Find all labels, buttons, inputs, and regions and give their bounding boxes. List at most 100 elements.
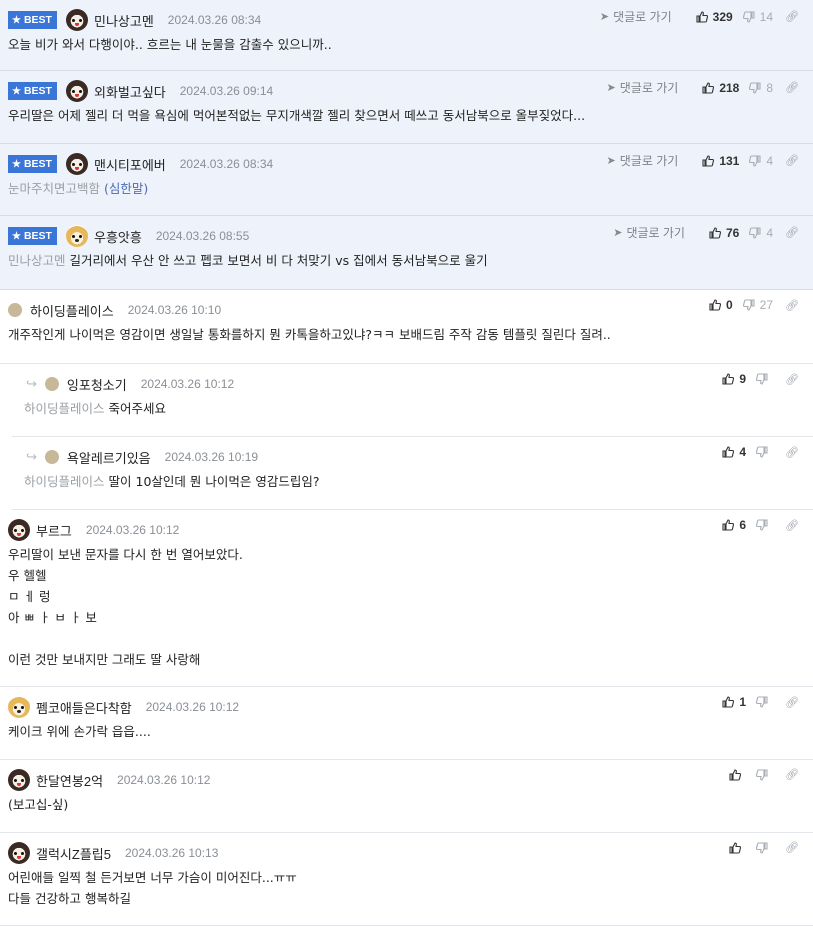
link-icon[interactable]: 🔗︎ <box>785 768 799 781</box>
reply-target-nickname[interactable]: 민나상고멘 <box>8 253 66 268</box>
thumbs-up-icon <box>722 446 735 458</box>
downvote-button[interactable]: 27 <box>742 298 773 312</box>
author-nickname[interactable]: 맨시티포에버 <box>94 155 166 174</box>
upvote-button[interactable]: 218 <box>702 81 739 95</box>
avatar[interactable] <box>8 303 22 317</box>
downvote-count: 14 <box>759 9 774 24</box>
author-nickname[interactable]: 갤럭시Z플립5 <box>36 844 111 863</box>
thumbs-down-icon <box>742 299 755 311</box>
author-nickname[interactable]: 펨코애들은다착함 <box>36 698 132 717</box>
author-nickname[interactable]: 욕알레르기있음 <box>67 448 151 467</box>
upvote-count: 329 <box>712 9 733 24</box>
comment-actions: ➤ 댓글로 가기 218 8 🔗︎ <box>607 79 799 96</box>
author-nickname[interactable]: 우흥앗흥 <box>94 227 142 246</box>
reply-target-nickname[interactable]: 하이딩플레이스 <box>24 401 105 416</box>
goto-comment-button[interactable]: ➤ 댓글로 가기 <box>607 152 679 169</box>
upvote-button[interactable]: 4 <box>722 445 746 459</box>
reply-target-nickname[interactable]: 하이딩플레이스 <box>24 474 105 489</box>
upvote-count: 4 <box>739 445 747 459</box>
link-icon[interactable]: 🔗︎ <box>785 299 799 312</box>
author-nickname[interactable]: 외화벌고싶다 <box>94 82 166 101</box>
author-nickname[interactable]: 하이딩플레이스 <box>30 301 114 320</box>
comment-text: 케이크 위에 손가락 읍읍.... <box>8 724 151 739</box>
thumbs-down-icon <box>749 226 761 239</box>
star-icon: ★ <box>12 230 21 242</box>
goto-comment-button[interactable]: ➤ 댓글로 가기 <box>607 79 679 96</box>
link-icon[interactable]: 🔗︎ <box>785 696 799 709</box>
comment-body: 케이크 위에 손가락 읍읍.... <box>8 721 151 742</box>
arrow-icon: ➤ <box>606 82 616 94</box>
comment-header: 하이딩플레이스 2024.03.26 10:10 <box>8 299 221 321</box>
author-nickname[interactable]: 부르그 <box>36 521 72 540</box>
goto-comment-button[interactable]: ➤ 댓글로 가기 <box>613 224 685 241</box>
link-icon[interactable]: 🔗︎ <box>785 373 799 386</box>
avatar[interactable] <box>44 450 59 464</box>
link-icon[interactable]: 🔗︎ <box>785 81 799 94</box>
upvote-button[interactable]: 9 <box>722 372 746 386</box>
avatar[interactable] <box>8 519 30 541</box>
downvote-button[interactable] <box>756 446 773 458</box>
comment-text: 죽어주세요 <box>108 401 167 416</box>
comment-text: 우리딸이 보낸 문자를 다시 한 번 열어보았다. 우 헬헬 ㅁ ㅔ 렁 아 ㅃ… <box>8 547 243 667</box>
downvote-button[interactable] <box>756 768 773 781</box>
comment-body: 눈마주치면고백함 (심한말) <box>8 178 148 199</box>
link-icon[interactable]: 🔗︎ <box>785 226 799 239</box>
avatar[interactable] <box>8 769 30 791</box>
upvote-count: 0 <box>725 298 733 312</box>
avatar[interactable] <box>65 225 88 247</box>
best-comment: ★ BEST 외화벌고싶다 2024.03.26 09:14 ➤ 댓글로 가기 218 8 🔗︎… <box>0 71 813 144</box>
link-icon[interactable]: 🔗︎ <box>785 446 799 459</box>
comment-header: ★ BEST 맨시티포에버 2024.03.26 08:34 <box>8 153 273 175</box>
author-nickname[interactable]: 민나상고멘 <box>94 11 154 30</box>
downvote-button[interactable]: 8 <box>749 81 773 95</box>
upvote-button[interactable]: 1 <box>722 695 746 709</box>
downvote-count: 8 <box>766 80 774 95</box>
author-nickname[interactable]: 잉포청소기 <box>67 375 127 394</box>
best-badge: ★ BEST <box>8 82 57 100</box>
comment-actions: 9 🔗︎ <box>712 372 799 386</box>
downvote-button[interactable]: 4 <box>749 226 773 240</box>
avatar[interactable] <box>65 80 88 102</box>
avatar[interactable] <box>65 153 88 175</box>
comment-text: 어린애들 일찍 철 든거보면 너무 가슴이 미어진다...ㅠㅠ 다들 건강하고 … <box>8 870 297 906</box>
comment-header: ★ BEST 민나상고멘 2024.03.26 08:34 <box>8 9 261 31</box>
comment-text: 개주작인게 나이먹은 영감이면 생일날 통화를하지 뭔 카톡을하고있냐?ㅋㅋ 보… <box>8 327 611 342</box>
comment-body: 민나상고멘 길거리에서 우산 안 쓰고 펩코 보면서 비 다 처맞기 vs 집에서… <box>8 250 488 271</box>
thumbs-down-icon <box>756 696 768 708</box>
comment-actions: 0 27 🔗︎ <box>699 298 799 312</box>
author-nickname[interactable]: 한달연봉2억 <box>36 771 103 790</box>
avatar[interactable] <box>8 696 30 718</box>
thumbs-up-icon <box>722 696 735 708</box>
downvote-button[interactable] <box>756 841 773 854</box>
upvote-button[interactable]: 0 <box>709 298 733 312</box>
downvote-button[interactable] <box>756 519 773 531</box>
upvote-button[interactable]: 131 <box>702 154 739 168</box>
link-icon[interactable]: 🔗︎ <box>785 10 799 23</box>
upvote-button[interactable]: 76 <box>709 226 739 240</box>
upvote-button[interactable]: 329 <box>696 10 733 24</box>
downvote-button[interactable] <box>756 373 773 385</box>
filtered-label[interactable]: (심한말) <box>100 181 148 196</box>
goto-comment-button[interactable]: ➤ 댓글로 가기 <box>600 8 672 25</box>
upvote-button[interactable] <box>729 768 746 781</box>
link-icon[interactable]: 🔗︎ <box>785 519 799 532</box>
thumbs-up-icon <box>702 154 715 167</box>
reply-arrow-icon: ↪ <box>26 376 37 392</box>
link-icon[interactable]: 🔗︎ <box>785 154 799 167</box>
upvote-button[interactable]: 6 <box>722 518 746 532</box>
link-icon[interactable]: 🔗︎ <box>785 841 799 854</box>
comment-header: 부르그 2024.03.26 10:12 <box>8 519 179 541</box>
goto-comment-label: 댓글로 가기 <box>619 154 679 168</box>
avatar[interactable] <box>8 842 30 864</box>
thumbs-up-icon <box>722 519 735 531</box>
downvote-button[interactable]: 14 <box>742 9 774 24</box>
avatar[interactable] <box>65 9 88 31</box>
downvote-button[interactable] <box>756 696 773 708</box>
thumbs-up-icon <box>696 10 708 23</box>
avatar[interactable] <box>44 377 59 391</box>
upvote-button[interactable] <box>729 841 746 854</box>
comment-date: 2024.03.26 08:55 <box>155 229 250 243</box>
upvote-count: 9 <box>739 372 747 386</box>
best-comment: ★ BEST 맨시티포에버 2024.03.26 08:34 ➤ 댓글로 가기 131 4 🔗︎… <box>0 144 813 216</box>
downvote-button[interactable]: 4 <box>749 154 773 168</box>
